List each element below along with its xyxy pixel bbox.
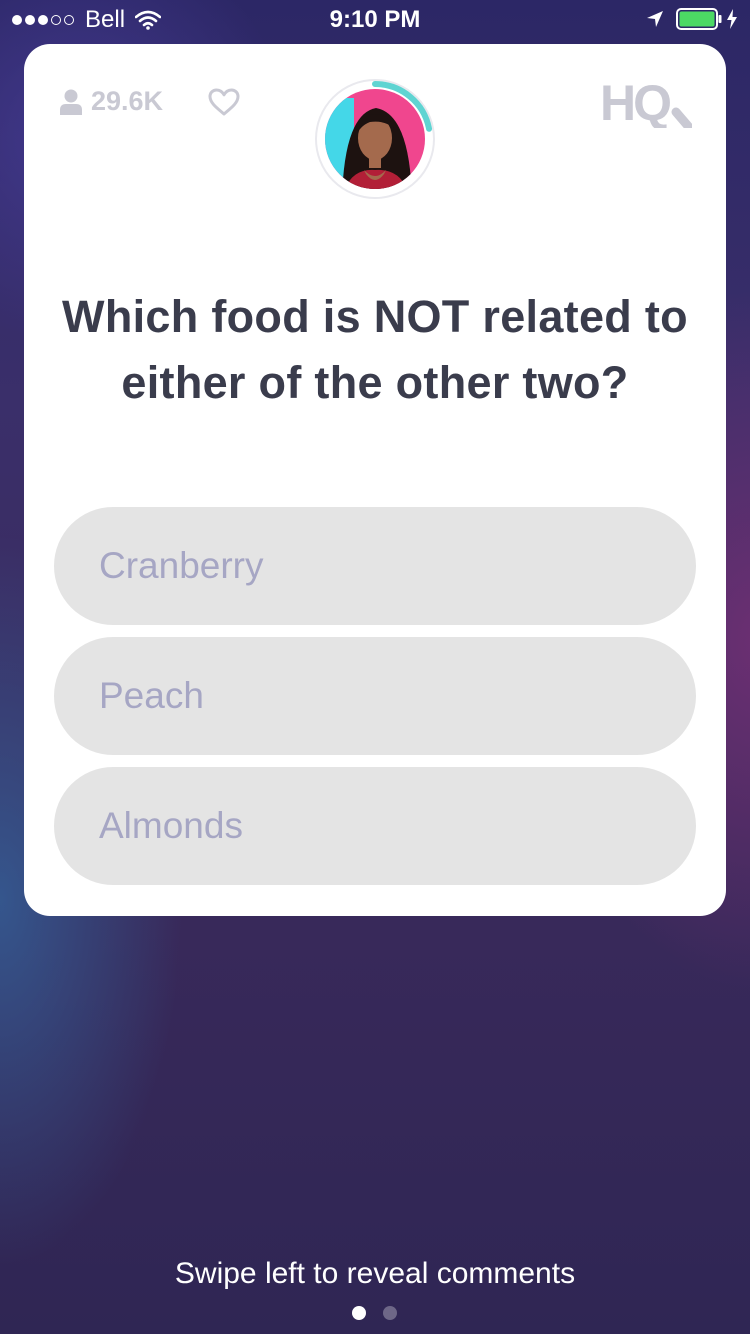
heart-icon[interactable] xyxy=(208,88,240,116)
status-bar: Bell 9:10 PM xyxy=(0,0,750,40)
host-photo xyxy=(325,89,425,189)
viewer-count-label: 29.6K xyxy=(91,86,164,116)
battery-icon xyxy=(676,8,722,30)
answer-option-2[interactable]: Peach xyxy=(54,637,696,755)
hq-logo: HQ xyxy=(600,76,692,128)
answer-option-1[interactable]: Cranberry xyxy=(54,507,696,625)
status-time: 9:10 PM xyxy=(329,6,421,33)
swipe-hint: Swipe left to reveal comments xyxy=(174,1257,576,1290)
page-indicator[interactable] xyxy=(352,1306,414,1320)
person-icon xyxy=(60,89,82,115)
host-avatar xyxy=(315,79,435,199)
viewer-count: 29.6K xyxy=(60,86,163,117)
question-text: Which food is NOT related to either of t… xyxy=(62,291,688,408)
location-arrow-icon xyxy=(647,11,663,27)
answer-option-3[interactable]: Almonds xyxy=(54,767,696,885)
question-card: 29.6K HQ Which food is NOT related to ei… xyxy=(24,44,726,916)
svg-text:HQ: HQ xyxy=(600,76,670,128)
page-dot-1[interactable] xyxy=(352,1306,366,1320)
page-dot-2[interactable] xyxy=(383,1306,397,1320)
status-right xyxy=(646,8,738,30)
bolt-icon xyxy=(727,9,737,29)
